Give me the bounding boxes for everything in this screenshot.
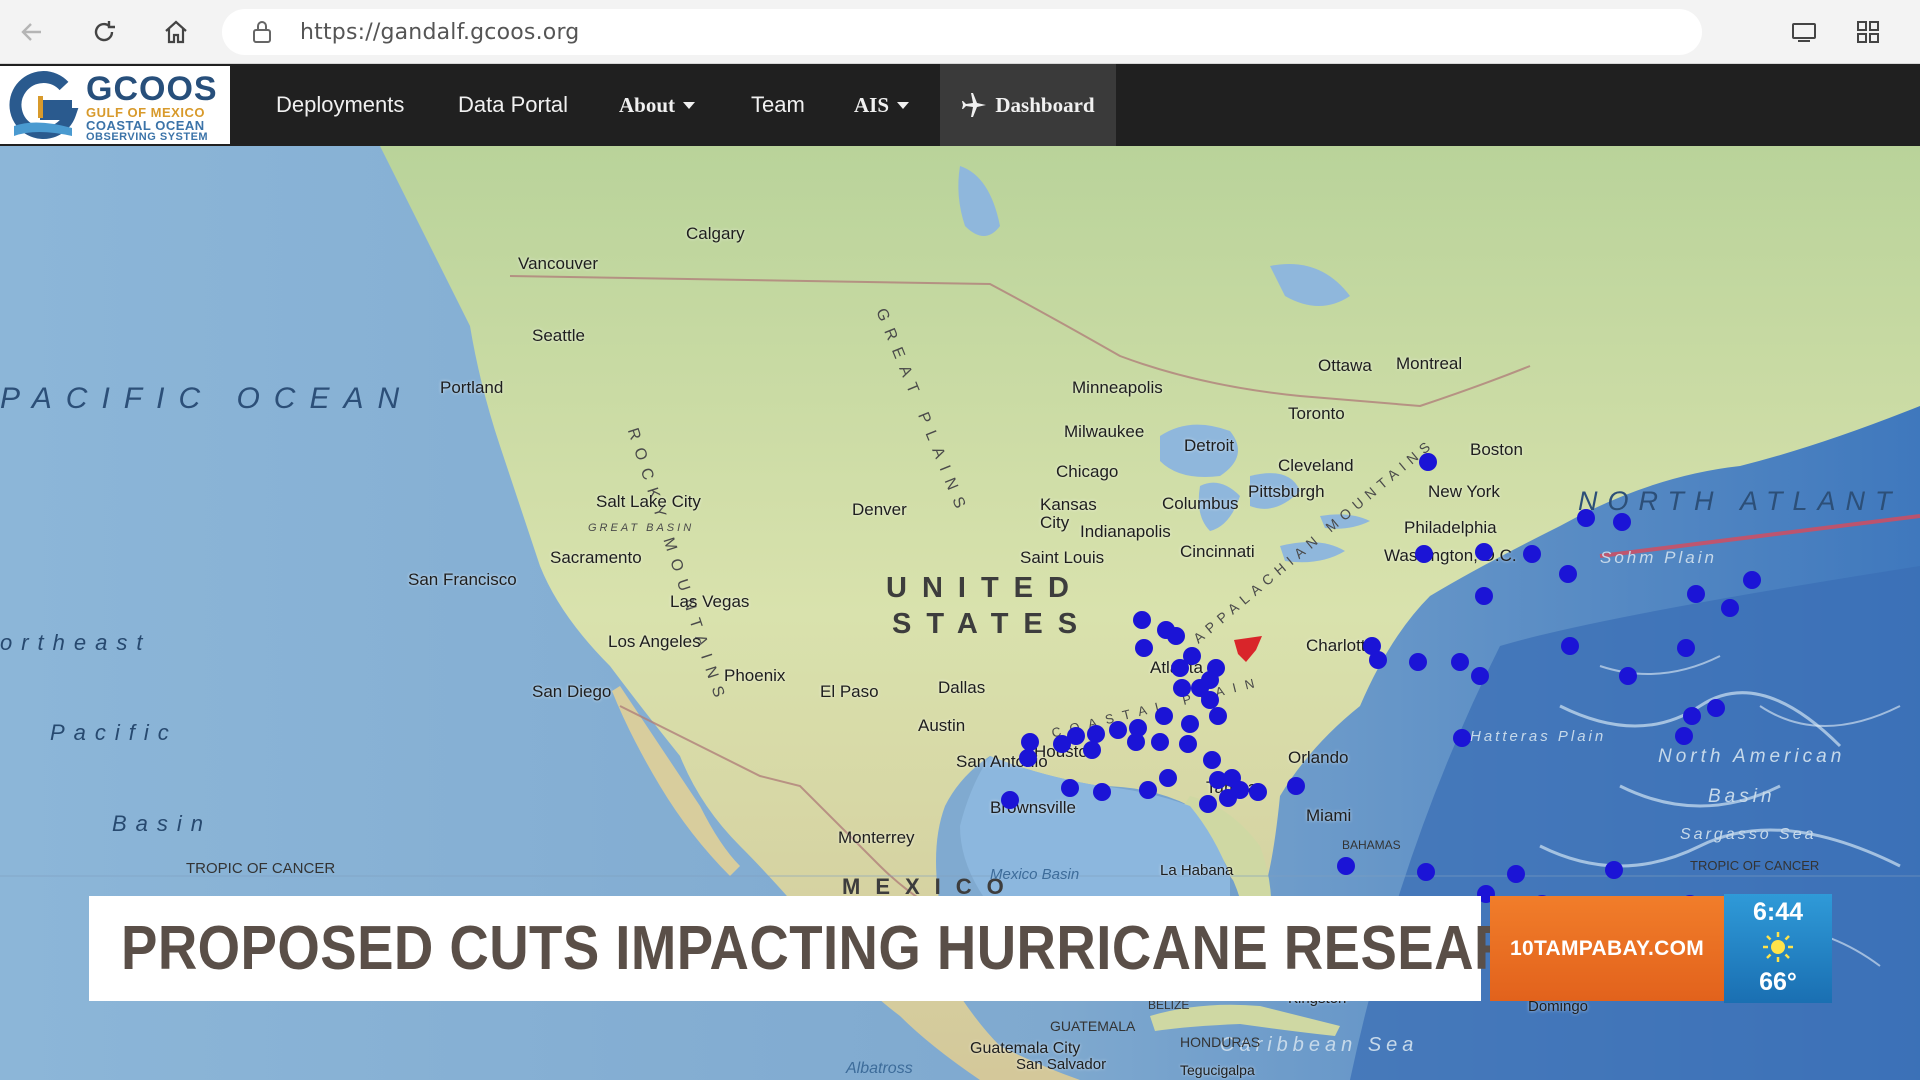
reader-view-icon[interactable] [1786, 14, 1822, 50]
deployment-marker[interactable] [1613, 513, 1631, 531]
headline-text: PROPOSED CUTS IMPACTING HURRICANE RESEAR… [121, 914, 1594, 983]
gcoos-logo[interactable]: GCOOS GULF OF MEXICO COASTAL OCEAN OBSER… [0, 66, 230, 144]
deployment-marker[interactable] [1409, 653, 1427, 671]
deployment-marker[interactable] [1179, 735, 1197, 753]
nav-about[interactable]: About [619, 64, 696, 146]
site-navbar: GCOOS GULF OF MEXICO COASTAL OCEAN OBSER… [0, 64, 1920, 146]
deployment-marker[interactable] [1417, 863, 1435, 881]
deployment-marker[interactable] [1053, 735, 1071, 753]
deployment-marker[interactable] [1721, 599, 1739, 617]
nav-dashboard-label: Dashboard [995, 92, 1095, 117]
logo-line-3: OBSERVING SYSTEM [86, 131, 209, 143]
deployment-marker[interactable] [1419, 453, 1437, 471]
deployment-marker[interactable] [1083, 741, 1101, 759]
home-icon[interactable] [158, 14, 194, 50]
nav-team[interactable]: Team [751, 64, 805, 146]
deployment-marker[interactable] [1475, 543, 1493, 561]
deployment-marker[interactable] [1471, 667, 1489, 685]
deployment-marker[interactable] [1171, 659, 1189, 677]
deployment-marker[interactable] [1219, 789, 1237, 807]
deployment-marker[interactable] [1155, 707, 1173, 725]
chevron-down-icon [683, 101, 696, 109]
browser-toolbar: https://gandalf.gcoos.org [0, 0, 1920, 64]
news-headline-banner: PROPOSED CUTS IMPACTING HURRICANE RESEAR… [89, 896, 1593, 1001]
station-branding: 10TAMPABAY.COM [1490, 896, 1724, 1001]
deployment-marker[interactable] [1087, 725, 1105, 743]
deployment-marker[interactable] [1287, 777, 1305, 795]
nav-data-portal[interactable]: Data Portal [458, 64, 568, 146]
deployment-marker[interactable] [1173, 679, 1191, 697]
deployment-marker[interactable] [1451, 653, 1469, 671]
deployment-marker[interactable] [1127, 733, 1145, 751]
deployment-marker[interactable] [1675, 727, 1693, 745]
deployment-marker[interactable] [1209, 707, 1227, 725]
deployment-marker[interactable] [1507, 865, 1525, 883]
extensions-icon[interactable] [1850, 14, 1886, 50]
deployment-marker[interactable] [1561, 637, 1579, 655]
nav-dashboard[interactable]: Dashboard [940, 64, 1116, 146]
deployment-marker[interactable] [1019, 749, 1037, 767]
deployment-marker[interactable] [1605, 861, 1623, 879]
deployment-marker[interactable] [1201, 691, 1219, 709]
deployment-marker[interactable] [1181, 715, 1199, 733]
logo-title: GCOOS [86, 70, 218, 108]
clock-time: 6:44 [1752, 898, 1804, 926]
deployment-marker[interactable] [1677, 639, 1695, 657]
deployment-marker[interactable] [1559, 565, 1577, 583]
deployment-marker[interactable] [1093, 783, 1111, 801]
deployment-marker[interactable] [1135, 639, 1153, 657]
deployment-marker[interactable] [1199, 795, 1217, 813]
weather-widget: 6:44 66° [1724, 894, 1832, 1003]
nav-deployments[interactable]: Deployments [276, 64, 404, 146]
station-url: 10TAMPABAY.COM [1509, 936, 1704, 960]
nav-ais[interactable]: AIS [854, 64, 910, 146]
deployment-marker[interactable] [1475, 587, 1493, 605]
nav-about-label: About [619, 92, 676, 117]
deployment-marker[interactable] [1619, 667, 1637, 685]
deployment-marker[interactable] [1415, 545, 1433, 563]
deployment-marker[interactable] [1001, 791, 1019, 809]
deployment-marker[interactable] [1337, 857, 1355, 875]
lock-icon[interactable] [244, 14, 280, 50]
deployment-marker[interactable] [1203, 751, 1221, 769]
url-text[interactable]: https://gandalf.gcoos.org [300, 20, 579, 45]
deployment-marker[interactable] [1151, 733, 1169, 751]
deployment-marker[interactable] [1139, 781, 1157, 799]
deployment-marker[interactable] [1133, 611, 1151, 629]
airplane-icon [962, 93, 987, 117]
deployment-marker[interactable] [1683, 707, 1701, 725]
back-arrow-icon[interactable] [14, 14, 50, 50]
deployment-marker[interactable] [1453, 729, 1471, 747]
nav-ais-label: AIS [854, 92, 890, 117]
gcoos-g-logo-icon [9, 71, 79, 140]
highlight-marker[interactable] [1234, 636, 1262, 662]
temperature: 66° [1759, 968, 1797, 996]
deployment-marker[interactable] [1577, 509, 1595, 527]
deployment-marker[interactable] [1687, 585, 1705, 603]
chevron-down-icon [897, 101, 910, 109]
deployment-marker[interactable] [1021, 733, 1039, 751]
deployment-marker[interactable] [1061, 779, 1079, 797]
reload-icon[interactable] [86, 14, 122, 50]
deployment-marker[interactable] [1707, 699, 1725, 717]
deployment-marker[interactable] [1109, 721, 1127, 739]
deployment-marker[interactable] [1743, 571, 1761, 589]
deployment-marker[interactable] [1523, 545, 1541, 563]
sun-icon [1763, 932, 1793, 962]
deployment-marker[interactable] [1249, 783, 1267, 801]
deployment-marker[interactable] [1369, 651, 1387, 669]
deployment-marker[interactable] [1167, 627, 1185, 645]
deployment-marker[interactable] [1159, 769, 1177, 787]
